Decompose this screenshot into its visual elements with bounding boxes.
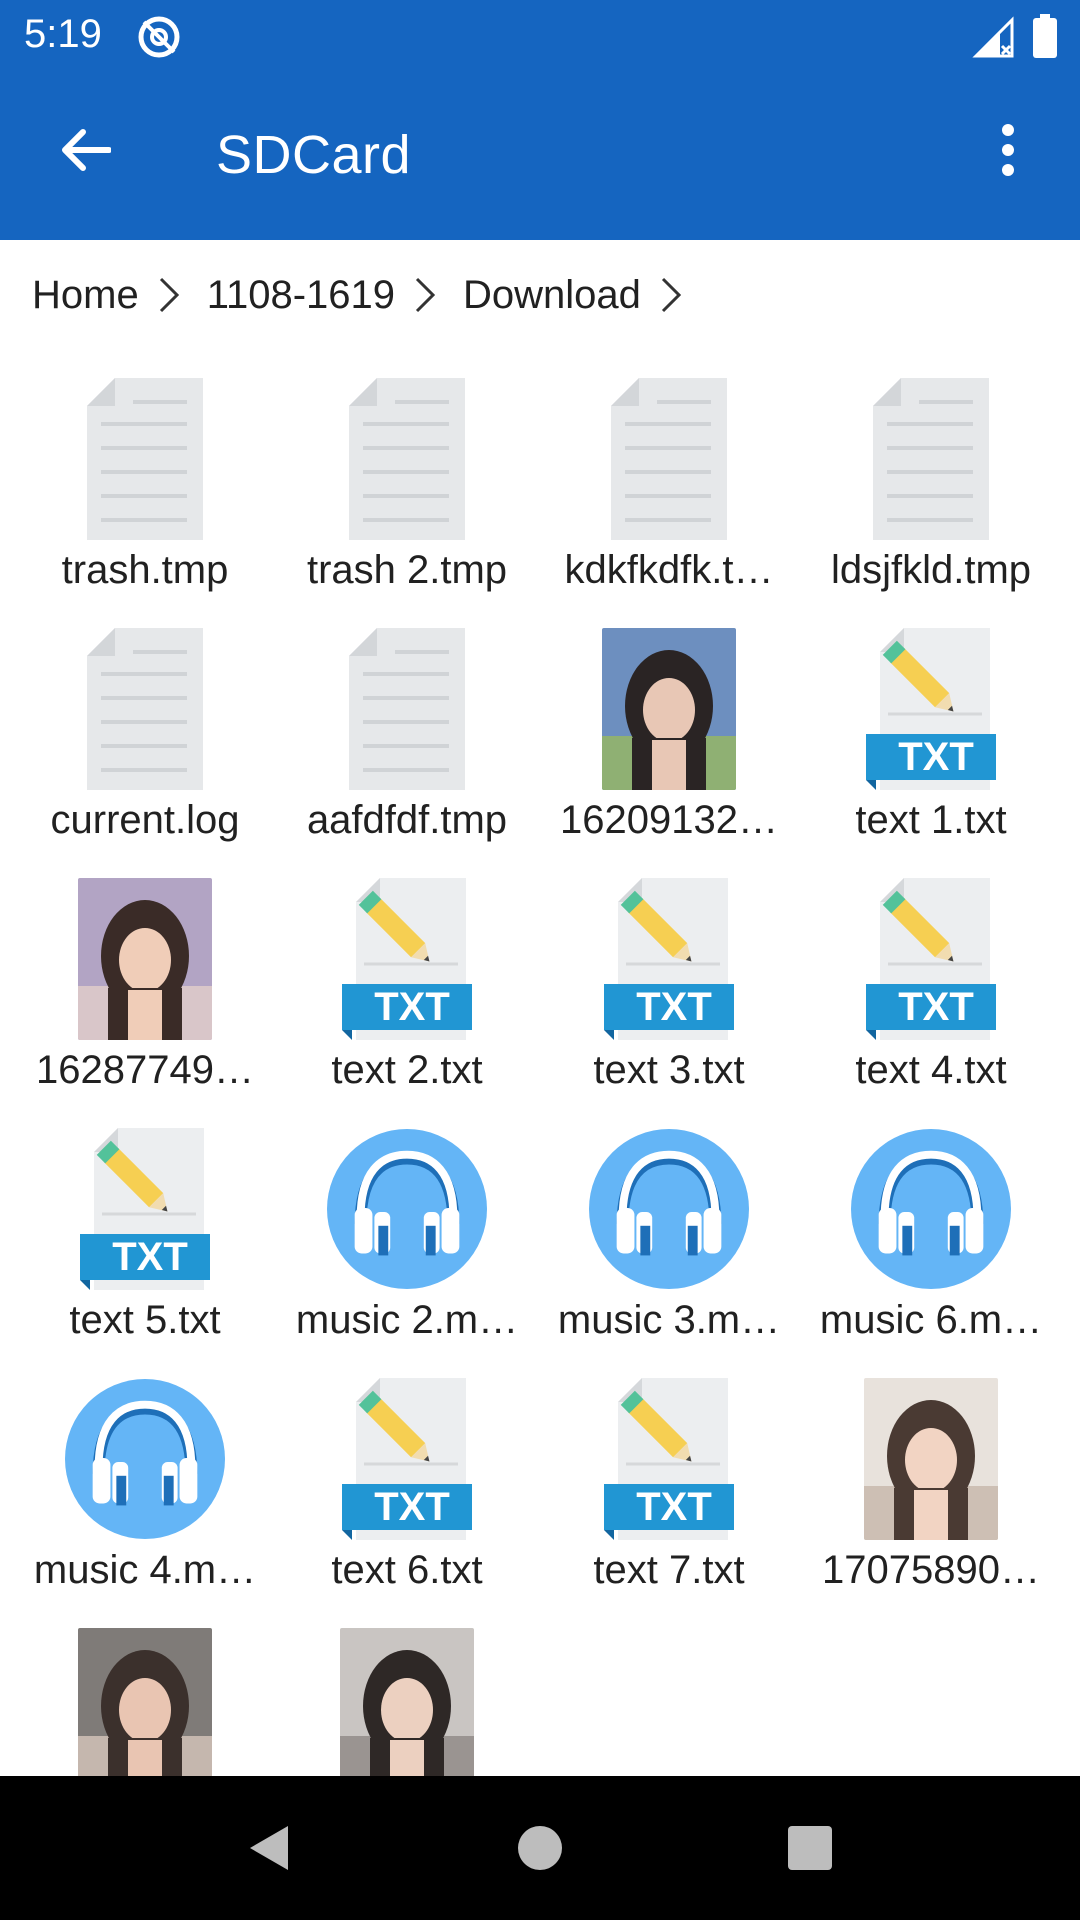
nav-home-button[interactable] xyxy=(508,1816,572,1880)
svg-text:TXT: TXT xyxy=(636,1485,712,1529)
file-name: text 1.txt xyxy=(855,798,1007,842)
file-name: text 5.txt xyxy=(69,1298,221,1342)
document-icon xyxy=(851,378,1011,540)
file-item[interactable]: aafdfdf.tmp xyxy=(276,610,538,860)
photo-thumbnail xyxy=(78,1628,212,1790)
document-icon xyxy=(327,628,487,790)
file-item-music[interactable]: music 2.m… xyxy=(276,1110,538,1360)
txt-file-icon: TXT xyxy=(589,1378,749,1540)
headphones-icon xyxy=(327,1128,487,1290)
txt-file-icon: TXT xyxy=(327,878,487,1040)
page-title: SDCard xyxy=(216,125,412,185)
file-name: music 6.m… xyxy=(819,1298,1043,1342)
headphones-icon xyxy=(851,1128,1011,1290)
document-icon xyxy=(65,628,225,790)
chevron-right-icon xyxy=(413,275,437,315)
file-item[interactable]: trash.tmp xyxy=(14,360,276,610)
file-name: 16287749… xyxy=(36,1048,254,1092)
nav-back-button[interactable] xyxy=(236,1816,300,1880)
svg-text:TXT: TXT xyxy=(112,1235,188,1279)
file-item-image[interactable]: 16209132… xyxy=(538,610,800,860)
file-item[interactable]: trash 2.tmp xyxy=(276,360,538,610)
breadcrumb: Home 1108-1619 Download xyxy=(0,240,1080,350)
file-item[interactable]: ldsjfkld.tmp xyxy=(800,360,1062,610)
more-vert-icon xyxy=(1002,124,1014,176)
file-item-text[interactable]: TXT text 7.txt xyxy=(538,1360,800,1610)
file-item-text[interactable]: TXT text 1.txt xyxy=(800,610,1062,860)
txt-file-icon: TXT xyxy=(851,878,1011,1040)
document-icon xyxy=(327,378,487,540)
image-thumbnail xyxy=(65,878,225,1040)
file-name: trash 2.tmp xyxy=(306,548,508,592)
file-name: 17075890… xyxy=(822,1548,1040,1592)
navigation-bar xyxy=(0,1776,1080,1920)
file-item[interactable]: current.log xyxy=(14,610,276,860)
breadcrumb-home[interactable]: Home xyxy=(32,273,139,318)
txt-file-icon: TXT xyxy=(589,878,749,1040)
headphones-icon xyxy=(589,1128,749,1290)
file-name: text 4.txt xyxy=(855,1048,1007,1092)
breadcrumb-download[interactable]: Download xyxy=(463,273,641,318)
file-name: text 7.txt xyxy=(593,1548,745,1592)
file-item-image[interactable]: 16287749… xyxy=(14,860,276,1110)
file-name: current.log xyxy=(50,798,240,842)
document-icon xyxy=(65,378,225,540)
triangle-back-icon xyxy=(250,1826,288,1870)
file-item-text[interactable]: TXT text 2.txt xyxy=(276,860,538,1110)
file-name: text 6.txt xyxy=(331,1548,483,1592)
nav-recents-button[interactable] xyxy=(778,1816,842,1880)
photo-thumbnail xyxy=(78,878,212,1040)
signal-icon xyxy=(972,16,1014,58)
circle-home-icon xyxy=(518,1826,562,1870)
back-button[interactable] xyxy=(40,114,130,186)
image-thumbnail xyxy=(65,1628,225,1790)
file-item-text[interactable]: TXT text 4.txt xyxy=(800,860,1062,1110)
file-item-music[interactable]: music 6.m… xyxy=(800,1110,1062,1360)
svg-text:TXT: TXT xyxy=(374,1485,450,1529)
breadcrumb-sdcard[interactable]: 1108-1619 xyxy=(207,273,395,318)
svg-text:TXT: TXT xyxy=(374,985,450,1029)
image-thumbnail xyxy=(327,1628,487,1790)
file-item-music[interactable]: music 4.m… xyxy=(14,1360,276,1610)
svg-text:TXT: TXT xyxy=(636,985,712,1029)
txt-file-icon: TXT xyxy=(851,628,1011,790)
file-item-text[interactable]: TXT text 6.txt xyxy=(276,1360,538,1610)
file-name: 16209132… xyxy=(560,798,778,842)
file-item-text[interactable]: TXT text 3.txt xyxy=(538,860,800,1110)
file-item-image[interactable]: 17075890… xyxy=(800,1360,1062,1610)
file-name: kdkfkdfk.t… xyxy=(564,548,774,592)
app-notification-icon xyxy=(138,16,180,58)
file-item-text[interactable]: TXT text 5.txt xyxy=(14,1110,276,1360)
chevron-right-icon xyxy=(157,275,181,315)
svg-text:TXT: TXT xyxy=(898,735,974,779)
file-name: aafdfdf.tmp xyxy=(306,798,508,842)
file-name: trash.tmp xyxy=(61,548,229,592)
image-thumbnail xyxy=(851,1378,1011,1540)
file-name: music 4.m… xyxy=(33,1548,257,1592)
status-time: 5:19 xyxy=(24,12,102,56)
app-bar: SDCard xyxy=(0,72,1080,240)
photo-thumbnail xyxy=(864,1378,998,1540)
file-name: music 3.m… xyxy=(557,1298,781,1342)
arrow-left-icon xyxy=(62,129,111,171)
chevron-right-icon xyxy=(659,275,683,315)
photo-thumbnail xyxy=(340,1628,474,1790)
document-icon xyxy=(589,378,749,540)
file-name: text 2.txt xyxy=(331,1048,483,1092)
txt-file-icon: TXT xyxy=(327,1378,487,1540)
more-options-button[interactable] xyxy=(980,114,1036,186)
status-bar: 5:19 xyxy=(0,0,1080,72)
square-recents-icon xyxy=(788,1826,832,1870)
svg-text:TXT: TXT xyxy=(898,985,974,1029)
image-thumbnail xyxy=(589,628,749,790)
file-item[interactable]: kdkfkdfk.t… xyxy=(538,360,800,610)
file-name: ldsjfkld.tmp xyxy=(830,548,1032,592)
battery-icon xyxy=(1033,14,1057,58)
headphones-icon xyxy=(65,1378,225,1540)
file-item-music[interactable]: music 3.m… xyxy=(538,1110,800,1360)
file-name: text 3.txt xyxy=(593,1048,745,1092)
photo-thumbnail xyxy=(602,628,736,790)
file-name: music 2.m… xyxy=(295,1298,519,1342)
txt-file-icon: TXT xyxy=(65,1128,225,1290)
